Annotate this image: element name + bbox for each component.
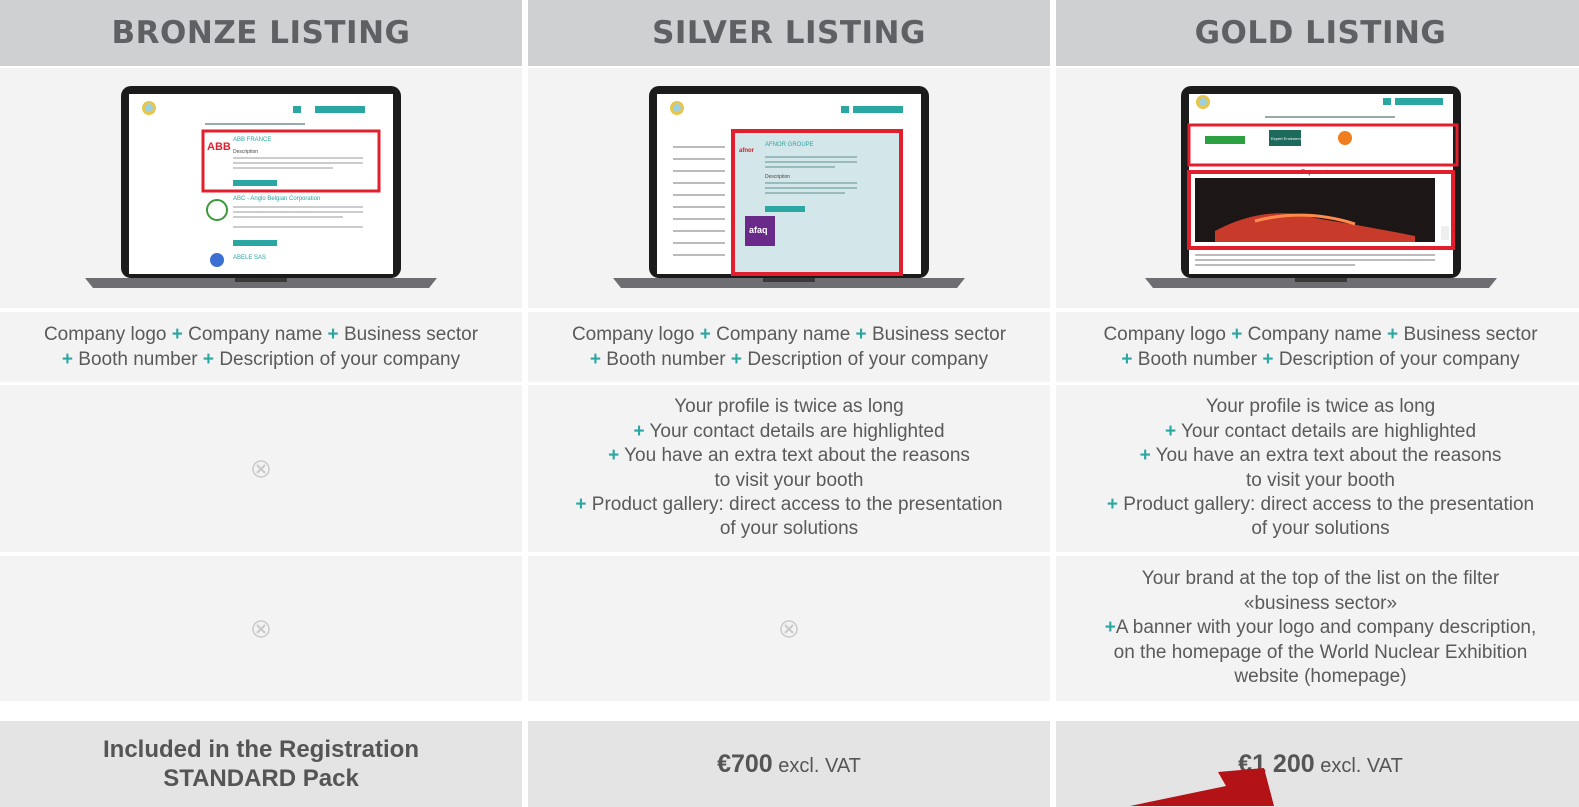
bronze-brand-cell [0, 556, 522, 701]
entry-name: AFNOR GROUPE [765, 142, 814, 148]
afnor-logo: afnor [739, 148, 755, 154]
feature-description: Description of your company [219, 349, 461, 370]
feature-business-sector: Business sector [871, 324, 1007, 345]
silver-preview-cell: afnor AFNOR GROUPE Description afaq [528, 68, 1050, 308]
silver-basic-features: Company logo + Company name + Business s… [528, 312, 1050, 382]
plus-icon: + [855, 324, 867, 345]
gold-feature: Your brand at the top of the list on the… [1141, 568, 1500, 590]
tier-header-bronze: BRONZE LISTING [0, 0, 522, 66]
plus-icon: + [327, 324, 339, 345]
feature-company-logo: Company logo [1103, 324, 1226, 345]
bronze-preview-cell: ABB ABB FRANCE Description ABC - Anglo B… [0, 68, 522, 308]
bronze-profile-cell [0, 385, 522, 552]
x-circle-icon [780, 619, 798, 638]
feature-business-sector: Business sector [1403, 324, 1538, 345]
silver-brand-cell [528, 556, 1050, 701]
profile-feature: Product gallery: direct access to the pr… [591, 493, 1003, 515]
bronze-basic-features: Company logo + Company name + Business s… [0, 312, 522, 382]
entry-name: ABB FRANCE [233, 137, 271, 143]
plus-icon: + [608, 445, 620, 467]
plus-icon: + [171, 324, 183, 345]
plus-icon: + [1121, 349, 1133, 370]
profile-feature: Product gallery: direct access to the pr… [1123, 493, 1535, 515]
pricing-table: BRONZE LISTING SILVER LISTING GOLD LISTI… [0, 0, 1579, 807]
gold-feature: website (homepage) [1234, 666, 1407, 688]
profile-feature: You have an extra text about the reasons [1155, 445, 1502, 467]
entry-name: ABC - Anglo Belgian Corporation [233, 196, 320, 202]
entry-name: ABELE SAS [233, 255, 266, 261]
profile-feature: Your contact details are highlighted [1180, 420, 1477, 442]
plus-icon: + [1262, 349, 1274, 370]
tier-header-gold: GOLD LISTING [1056, 0, 1579, 66]
profile-feature: Your contact details are highlighted [649, 420, 945, 442]
section-label: Description [765, 174, 790, 180]
plus-icon: + [1231, 324, 1243, 345]
profile-feature: You have an extra text about the reasons [624, 445, 970, 467]
price-suffix: excl. VAT [1320, 754, 1403, 777]
x-circle-icon [252, 619, 270, 638]
profile-feature: to visit your booth [714, 469, 864, 491]
price-value: €700 [717, 749, 773, 778]
plus-icon: + [730, 349, 743, 370]
gold-feature: «business sector» [1243, 592, 1398, 614]
feature-company-logo: Company logo [571, 324, 695, 345]
profile-feature: Your profile is twice as long [1205, 396, 1436, 418]
feature-booth-number: Booth number [78, 349, 198, 370]
arrow-icon [1130, 768, 1274, 806]
plus-icon: + [1164, 420, 1177, 442]
tier-title: GOLD LISTING [1194, 15, 1447, 51]
laptop-preview-silver: afnor AFNOR GROUPE Description afaq [613, 86, 965, 288]
feature-company-name: Company name [1247, 324, 1382, 345]
gold-feature: on the homepage of the World Nuclear Exh… [1113, 641, 1528, 663]
plus-icon: + [1387, 324, 1399, 345]
laptop-preview-bronze: ABB ABB FRANCE Description ABC - Anglo B… [85, 86, 437, 288]
gold-brand-cell: Your brand at the top of the list on the… [1056, 556, 1579, 701]
abb-logo: ABB [207, 141, 231, 153]
x-circle-icon [252, 459, 270, 478]
profile-feature: of your solutions [719, 518, 859, 540]
plus-icon: + [1139, 445, 1151, 467]
feature-business-sector: Business sector [343, 324, 479, 345]
feature-booth-number: Booth number [606, 349, 726, 370]
profile-feature: of your solutions [1251, 518, 1390, 540]
afaq-badge: afaq [749, 225, 768, 235]
silver-profile-cell: Your profile is twice as long + Your con… [528, 385, 1050, 552]
included-label: Included in the Registration [102, 736, 420, 763]
tier-header-silver: SILVER LISTING [528, 0, 1050, 66]
feature-description: Description of your company [747, 349, 989, 370]
sponsor-label: Expert Environment [1271, 136, 1307, 141]
feature-booth-number: Booth number [1137, 349, 1258, 370]
feature-company-name: Company name [716, 324, 851, 345]
laptop-preview-gold: Expert Environment Exposants [1144, 86, 1497, 288]
section-label: Description [233, 149, 258, 155]
gold-preview-cell: Expert Environment Exposants [1056, 68, 1579, 308]
tier-title: SILVER LISTING [652, 15, 926, 51]
tier-title: BRONZE LISTING [111, 15, 411, 51]
pack-label: STANDARD Pack [163, 765, 359, 792]
plus-icon: + [575, 493, 587, 515]
plus-icon: + [589, 349, 601, 370]
feature-company-name: Company name [188, 324, 323, 345]
bronze-price-cell: Included in the Registration STANDARD Pa… [0, 721, 522, 807]
plus-icon: + [202, 349, 215, 370]
gold-basic-features: Company logo + Company name + Business s… [1056, 312, 1579, 382]
feature-company-logo: Company logo [43, 324, 167, 345]
profile-feature: Your profile is twice as long [674, 396, 904, 418]
feature-description: Description of your company [1278, 349, 1520, 370]
profile-feature: to visit your booth [1246, 469, 1395, 491]
plus-icon: + [61, 349, 73, 370]
plus-icon: + [1104, 617, 1116, 639]
gold-profile-cell: Your profile is twice as long + Your con… [1056, 385, 1579, 552]
plus-icon: + [1106, 493, 1118, 515]
gold-feature: A banner with your logo and company desc… [1115, 617, 1537, 639]
price-suffix: excl. VAT [778, 754, 861, 777]
plus-icon: + [633, 420, 645, 442]
silver-price-cell: €700 excl. VAT [528, 721, 1050, 807]
plus-icon: + [699, 324, 711, 345]
